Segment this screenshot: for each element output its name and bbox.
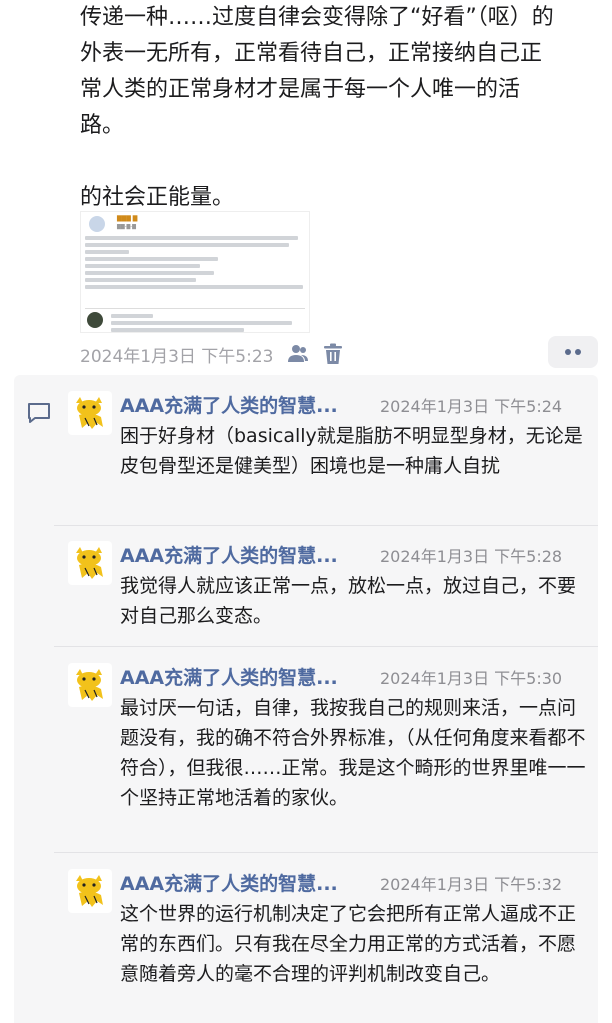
- comment-text: 这个世界的运行机制决定了它会把所有正常人逼成不正常的东西们。只有我在尽全力用正常…: [120, 903, 577, 985]
- post-line: 路。: [80, 113, 125, 138]
- comment-author[interactable]: AAA充满了人类的智慧...: [120, 869, 338, 896]
- avatar[interactable]: [68, 391, 112, 435]
- comment-text: 我觉得人就应该正常一点，放松一点，放过自己，不要对自己那么变态。: [120, 575, 577, 627]
- post-text: 传递一种……过度自律会变得除了“好看”（呕）的 外表一无所有，正常看待自己，正常…: [80, 0, 600, 216]
- comment-time: 2024年1月3日 下午5:28: [380, 547, 563, 566]
- thumbnail-text-lines: [85, 236, 307, 292]
- avatar[interactable]: [68, 541, 112, 585]
- comment-divider: [54, 646, 598, 647]
- post-body: 传递一种……过度自律会变得除了“好看”（呕）的 外表一无所有，正常看待自己，正常…: [80, 0, 600, 216]
- thumbnail-username: ▇▇▇ ▇: [117, 215, 138, 222]
- thumbnail-date: ▇▇-▇-▇: [117, 224, 136, 230]
- post-timestamp: 2024年1月3日 下午5:23: [80, 346, 274, 367]
- people-icon[interactable]: [287, 343, 309, 365]
- thumbnail-avatar: [87, 312, 103, 328]
- post-line: 外表一无所有，正常看待自己，正常接纳自己正: [80, 41, 543, 66]
- trash-icon[interactable]: [323, 343, 343, 365]
- comment-author[interactable]: AAA充满了人类的智慧...: [120, 541, 338, 568]
- post-meta: 2024年1月3日 下午5:23: [80, 340, 343, 368]
- comment-divider: [54, 852, 598, 853]
- avatar[interactable]: [68, 869, 112, 913]
- comment-time: 2024年1月3日 下午5:32: [380, 875, 563, 894]
- comment-author[interactable]: AAA充满了人类的智慧...: [120, 663, 338, 690]
- comment-divider: [54, 525, 598, 526]
- more-icon: [565, 349, 581, 355]
- comment-text: 最讨厌一句话，自律，我按我自己的规则来活，一点问题没有，我的确不符合外界标准，（…: [120, 697, 586, 809]
- comment-text: 困于好身材（basically就是脂肪不明显型身材，无论是皮包骨型还是健美型）困…: [120, 425, 583, 477]
- post-line: 常人类的正常身材才是属于每一个人唯一的活: [80, 77, 521, 102]
- post-line: 传递一种……过度自律会变得除了“好看”（呕）的: [80, 5, 554, 30]
- comment-time: 2024年1月3日 下午5:24: [380, 397, 563, 416]
- attached-image-thumbnail[interactable]: ▇▇▇ ▇ ▇▇-▇-▇: [80, 211, 310, 333]
- thumbnail-avatar: [89, 216, 105, 232]
- avatar[interactable]: [68, 663, 112, 707]
- comment-icon: [26, 401, 52, 429]
- comment-author[interactable]: AAA充满了人类的智慧...: [120, 391, 338, 418]
- thumbnail-text-lines: [111, 314, 301, 332]
- comment-time: 2024年1月3日 下午5:30: [380, 669, 563, 688]
- more-button[interactable]: [548, 336, 598, 368]
